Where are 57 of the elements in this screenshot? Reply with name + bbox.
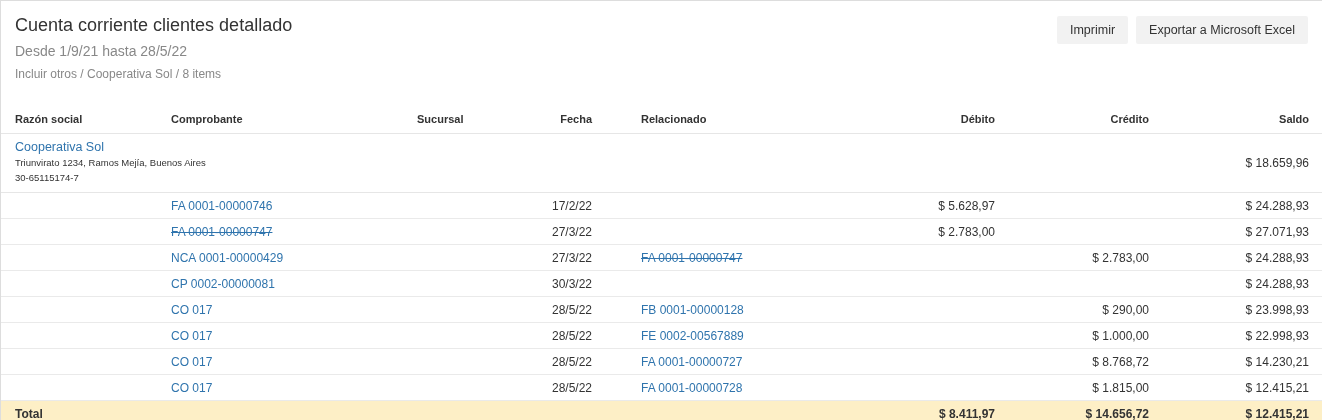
debit-amount: $ 2.783,00 <box>938 224 995 239</box>
date-text: 28/5/22 <box>551 354 592 369</box>
column-header: Sucursal <box>417 105 521 134</box>
document-link[interactable]: FA 0001-00000746 <box>171 198 273 213</box>
balance-text: $ 18.659,96 <box>1245 156 1309 170</box>
column-header: Razón social <box>1 105 171 134</box>
date-text: 30/3/22 <box>551 276 592 291</box>
document-link[interactable]: CO 017 <box>171 380 213 395</box>
total-balance: $ 12.415,21 <box>1245 406 1309 420</box>
document-link[interactable]: NCA 0001-00000429 <box>171 250 284 265</box>
document-link[interactable]: CO 017 <box>171 302 213 317</box>
balance-amount: $ 12.415,21 <box>1245 380 1309 395</box>
date-text: 28/5/22 <box>551 380 592 395</box>
client-tax-id: 30-65115174-7 <box>15 171 80 185</box>
balance-amount: $ 24.288,93 <box>1245 198 1309 213</box>
date-text: 28/5/22 <box>551 302 592 317</box>
debit-amount: $ 5.628,97 <box>938 198 995 213</box>
related-document-link[interactable]: FA 0001-00000728 <box>641 380 743 395</box>
column-header: Débito <box>801 105 995 134</box>
document-link[interactable]: CO 017 <box>171 354 213 369</box>
balance-amount: $ 24.288,93 <box>1245 276 1309 291</box>
related-document-link[interactable]: FE 0002-00567889 <box>641 328 744 343</box>
report-title: Cuenta corriente clientes detallado <box>15 14 293 36</box>
credit-amount: $ 2.783,00 <box>1092 250 1149 265</box>
date-text: 27/3/22 <box>551 250 592 265</box>
balance-amount: $ 23.998,93 <box>1245 302 1309 317</box>
column-header: Comprobante <box>171 105 417 134</box>
balance-amount: $ 27.071,93 <box>1245 224 1309 239</box>
column-header: Saldo <box>1149 105 1322 134</box>
related-document-link[interactable]: FA 0001-00000727 <box>641 354 743 369</box>
date-text: 28/5/22 <box>551 328 592 343</box>
client-link[interactable]: Cooperativa Sol <box>15 139 521 155</box>
balance-amount: $ 24.288,93 <box>1245 250 1309 265</box>
report-filters: Incluir otros / Cooperativa Sol / 8 items <box>15 67 223 82</box>
credit-amount: $ 1.815,00 <box>1092 380 1149 395</box>
balance-amount: $ 14.230,21 <box>1245 354 1309 369</box>
export-button[interactable]: Exportar a Microsoft Excel <box>1136 16 1308 44</box>
client-address: Triunvirato 1234, Ramos Mejía, Buenos Aires <box>15 156 207 170</box>
credit-amount: $ 290,00 <box>1102 302 1149 317</box>
print-button[interactable]: Imprimir <box>1056 16 1129 44</box>
column-header: Crédito <box>995 105 1149 134</box>
total-label: Total <box>15 406 43 420</box>
date-text: 27/3/22 <box>551 224 592 239</box>
credit-amount: $ 1.000,00 <box>1092 328 1149 343</box>
related-document-link[interactable]: FA 0001-00000747 <box>641 250 743 265</box>
related-document-link[interactable]: FB 0001-00000128 <box>641 302 744 317</box>
balance-amount: $ 22.998,93 <box>1245 328 1309 343</box>
document-link[interactable]: CO 017 <box>171 328 213 343</box>
document-link[interactable]: CP 0002-00000081 <box>171 276 275 291</box>
report-period: Desde 1/9/21 hasta 28/5/22 <box>15 42 189 60</box>
document-link[interactable]: FA 0001-00000747 <box>171 224 273 239</box>
date-text: 17/2/22 <box>551 198 592 213</box>
total-credit: $ 14.656,72 <box>1085 406 1149 420</box>
column-header: Relacionado <box>592 105 801 134</box>
column-header: Fecha <box>521 105 592 134</box>
total-debit: $ 8.411,97 <box>938 406 995 420</box>
credit-amount: $ 8.768,72 <box>1092 354 1149 369</box>
